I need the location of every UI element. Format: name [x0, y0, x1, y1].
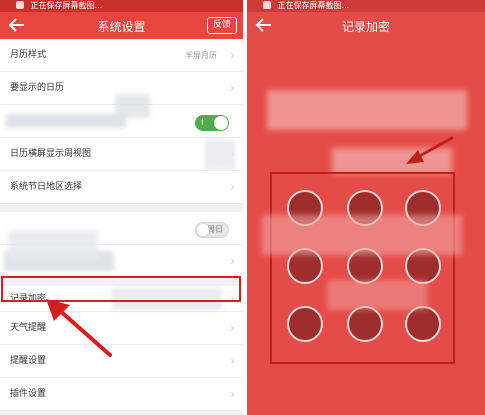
- app-bar: 系统设置 反馈: [0, 12, 243, 39]
- row-label: 月历样式: [10, 50, 47, 60]
- settings-screen: 正在保存屏幕截图... 系统设置 反馈 月历样式 半屏月历 › 要显示的日历 ›…: [0, 0, 243, 415]
- settings-row-reminder[interactable]: 提醒设置 ›: [0, 345, 243, 378]
- chevron-right-icon: ›: [230, 81, 235, 95]
- chevron-right-icon: ›: [230, 321, 235, 335]
- blurred-label: [6, 114, 126, 128]
- pattern-dot-9[interactable]: [405, 306, 441, 342]
- app-bar: 记录加密: [247, 12, 485, 39]
- feedback-button[interactable]: 反馈: [206, 17, 237, 34]
- annotation-arrow-icon: [46, 299, 112, 357]
- blurred-patch: [327, 280, 427, 310]
- status-bar: 正在保存屏幕截图...: [247, 0, 485, 12]
- chevron-right-icon: ›: [230, 354, 235, 368]
- status-text: 正在保存屏幕截图...: [30, 1, 103, 10]
- annotation-arrow-icon: [406, 136, 454, 164]
- pattern-grid[interactable]: [267, 160, 467, 360]
- row-label: 系统节日地区选择: [10, 182, 83, 192]
- status-text: 正在保存屏幕截图...: [277, 1, 350, 10]
- blurred-patch: [262, 215, 462, 255]
- settings-row-holiday-region[interactable]: 系统节日地区选择 ›: [0, 171, 243, 204]
- chevron-right-icon: ›: [230, 180, 235, 194]
- chevron-right-icon: ›: [230, 254, 235, 268]
- status-bar: 正在保存屏幕截图...: [0, 0, 243, 12]
- page-title: 记录加密: [341, 20, 390, 34]
- section-gap: [0, 204, 243, 212]
- blurred-prompt: [267, 90, 467, 130]
- chevron-right-icon: ›: [230, 48, 235, 62]
- blurred-patch: [115, 94, 150, 118]
- row-label: 要显示的日历: [10, 83, 65, 93]
- notification-icon: [263, 1, 271, 9]
- settings-row-plugins[interactable]: 插件设置 ›: [0, 378, 243, 411]
- toggle-switch-on[interactable]: I: [195, 115, 229, 131]
- row-label: 日历横屏显示周视图: [10, 149, 92, 159]
- toggle-mark: I: [201, 118, 204, 128]
- settings-row-calendar-style[interactable]: 月历样式 半屏月历 ›: [0, 39, 243, 72]
- annotation-box: [1, 276, 241, 302]
- pattern-lock-screen: 正在保存屏幕截图... 记录加密: [247, 0, 485, 415]
- settings-row-weather-reminder[interactable]: 天气提醒 ›: [0, 312, 243, 345]
- pattern-dot-7[interactable]: [287, 306, 323, 342]
- notification-icon: [16, 1, 24, 9]
- toggle-switch-off[interactable]: 周日: [195, 222, 229, 238]
- toggle-mark: 周日: [207, 225, 223, 234]
- chevron-right-icon: ›: [230, 387, 235, 401]
- row-label: 插件设置: [10, 389, 47, 399]
- blurred-patch: [8, 230, 98, 260]
- pattern-dot-8[interactable]: [347, 306, 383, 342]
- row-value: 半屏月历: [185, 51, 217, 60]
- blurred-patch: [205, 140, 235, 170]
